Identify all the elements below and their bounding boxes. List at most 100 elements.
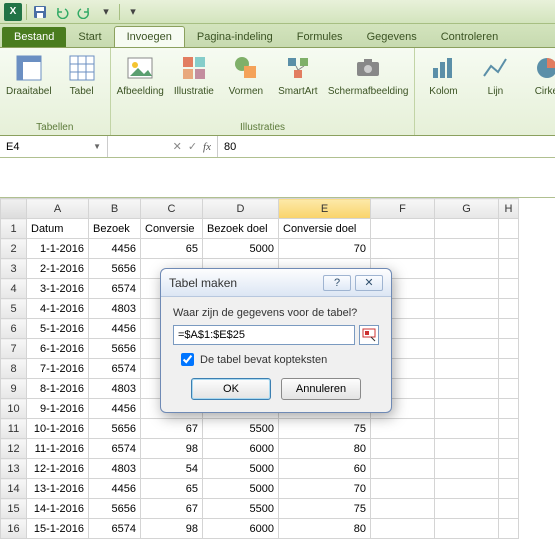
cell[interactable]: Bezoek xyxy=(89,219,141,239)
cell[interactable]: 5656 xyxy=(89,499,141,519)
cell[interactable]: 5000 xyxy=(203,239,279,259)
cancel-button[interactable]: Annuleren xyxy=(281,378,361,400)
pie-chart-button[interactable]: Cirkel xyxy=(525,52,555,97)
cell[interactable] xyxy=(435,499,499,519)
cell[interactable] xyxy=(435,419,499,439)
name-box-dropdown-icon[interactable]: ▼ xyxy=(93,142,101,151)
cell[interactable]: 4456 xyxy=(89,319,141,339)
cell[interactable] xyxy=(499,319,519,339)
row-header[interactable]: 6 xyxy=(1,319,27,339)
tab-formules[interactable]: Formules xyxy=(285,27,355,47)
cell[interactable]: 75 xyxy=(279,499,371,519)
cell[interactable]: 6000 xyxy=(203,439,279,459)
cell[interactable] xyxy=(371,219,435,239)
cell[interactable] xyxy=(499,299,519,319)
cell[interactable]: 5500 xyxy=(203,419,279,439)
undo-icon[interactable] xyxy=(53,3,71,21)
col-header-d[interactable]: D xyxy=(203,199,279,219)
cell[interactable]: 4803 xyxy=(89,459,141,479)
cell[interactable]: 12-1-2016 xyxy=(27,459,89,479)
cell[interactable] xyxy=(371,499,435,519)
col-header-e[interactable]: E xyxy=(279,199,371,219)
fx-icon[interactable]: fx xyxy=(203,141,211,153)
cell[interactable]: 11-1-2016 xyxy=(27,439,89,459)
cell[interactable] xyxy=(435,519,499,539)
row-header[interactable]: 10 xyxy=(1,399,27,419)
cell[interactable] xyxy=(499,439,519,459)
cell[interactable]: 5656 xyxy=(89,259,141,279)
cell[interactable]: 15-1-2016 xyxy=(27,519,89,539)
cell[interactable] xyxy=(371,419,435,439)
qat-dropdown-icon[interactable]: ▾ xyxy=(124,3,142,21)
col-header-h[interactable]: H xyxy=(499,199,519,219)
cell[interactable]: 4-1-2016 xyxy=(27,299,89,319)
cell[interactable]: 75 xyxy=(279,419,371,439)
cell[interactable]: 8-1-2016 xyxy=(27,379,89,399)
cell[interactable]: 70 xyxy=(279,239,371,259)
col-header-c[interactable]: C xyxy=(141,199,203,219)
pivottable-button[interactable]: Draaitabel xyxy=(6,52,52,97)
column-chart-button[interactable]: Kolom xyxy=(421,52,465,97)
cell[interactable] xyxy=(435,259,499,279)
cell[interactable] xyxy=(499,219,519,239)
col-header-g[interactable]: G xyxy=(435,199,499,219)
cell[interactable] xyxy=(499,519,519,539)
line-chart-button[interactable]: Lijn xyxy=(473,52,517,97)
cell[interactable] xyxy=(435,399,499,419)
cell[interactable]: 1-1-2016 xyxy=(27,239,89,259)
cell[interactable] xyxy=(435,459,499,479)
row-header[interactable]: 2 xyxy=(1,239,27,259)
table-row[interactable]: 1615-1-2016657498600080 xyxy=(1,519,519,539)
tab-file[interactable]: Bestand xyxy=(2,27,66,47)
cell[interactable] xyxy=(499,399,519,419)
cell[interactable]: 6574 xyxy=(89,519,141,539)
dialog-close-button[interactable]: ✕ xyxy=(355,275,383,291)
cell[interactable]: 98 xyxy=(141,519,203,539)
cell[interactable] xyxy=(371,519,435,539)
range-picker-button[interactable] xyxy=(359,325,379,345)
smartart-button[interactable]: SmartArt xyxy=(276,52,320,97)
cell[interactable]: 13-1-2016 xyxy=(27,479,89,499)
headers-checkbox[interactable] xyxy=(181,353,194,366)
cell[interactable]: 4803 xyxy=(89,299,141,319)
cell[interactable]: 2-1-2016 xyxy=(27,259,89,279)
row-header[interactable]: 14 xyxy=(1,479,27,499)
cell[interactable] xyxy=(499,419,519,439)
cell[interactable] xyxy=(435,319,499,339)
tab-controleren[interactable]: Controleren xyxy=(429,27,510,47)
table-row[interactable]: 1211-1-2016657498600080 xyxy=(1,439,519,459)
cell[interactable] xyxy=(435,379,499,399)
table-button[interactable]: Tabel xyxy=(60,52,104,97)
cell[interactable]: Conversie xyxy=(141,219,203,239)
cell[interactable]: 6000 xyxy=(203,519,279,539)
cell[interactable]: 14-1-2016 xyxy=(27,499,89,519)
row-header[interactable]: 13 xyxy=(1,459,27,479)
cell[interactable]: 65 xyxy=(141,239,203,259)
tab-gegevens[interactable]: Gegevens xyxy=(355,27,429,47)
tab-start[interactable]: Start xyxy=(66,27,113,47)
enter-formula-icon[interactable]: ✓ xyxy=(188,140,197,153)
cell[interactable]: 5656 xyxy=(89,339,141,359)
row-header[interactable]: 1 xyxy=(1,219,27,239)
cell[interactable]: 80 xyxy=(279,439,371,459)
cell[interactable]: 4456 xyxy=(89,399,141,419)
formula-input[interactable]: 80 xyxy=(218,136,555,157)
cell[interactable] xyxy=(371,459,435,479)
cell[interactable]: 4803 xyxy=(89,379,141,399)
clipart-button[interactable]: Illustratie xyxy=(172,52,216,97)
column-headers[interactable]: A B C D E F G H xyxy=(1,199,519,219)
row-header[interactable]: 11 xyxy=(1,419,27,439)
cell[interactable]: 4456 xyxy=(89,239,141,259)
col-header-a[interactable]: A xyxy=(27,199,89,219)
cell[interactable]: 60 xyxy=(279,459,371,479)
tab-pagina-indeling[interactable]: Pagina-indeling xyxy=(185,27,285,47)
row-header[interactable]: 15 xyxy=(1,499,27,519)
col-header-f[interactable]: F xyxy=(371,199,435,219)
cell[interactable] xyxy=(499,479,519,499)
row-header[interactable]: 9 xyxy=(1,379,27,399)
table-row[interactable]: 21-1-2016445665500070 xyxy=(1,239,519,259)
cell[interactable] xyxy=(435,439,499,459)
cell[interactable]: 70 xyxy=(279,479,371,499)
cell[interactable]: 7-1-2016 xyxy=(27,359,89,379)
cell[interactable] xyxy=(499,359,519,379)
